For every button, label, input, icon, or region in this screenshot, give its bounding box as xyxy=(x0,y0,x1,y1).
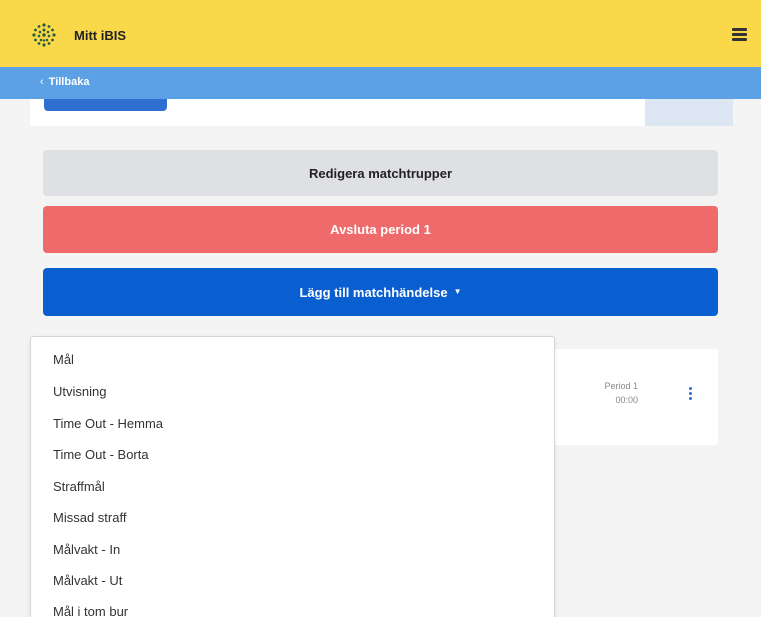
dropdown-item[interactable]: Målvakt - Ut xyxy=(53,573,122,589)
dropdown-item[interactable]: Time Out - Hemma xyxy=(53,416,163,432)
chevron-left-icon: ‹ xyxy=(40,76,44,88)
back-link-label: Tillbaka xyxy=(48,76,90,88)
dropdown-item[interactable]: Utvisning xyxy=(53,384,106,400)
ibis-logo-icon xyxy=(32,23,56,47)
add-match-event-label: Lägg till matchhändelse xyxy=(299,284,448,300)
edit-squads-label: Redigera matchtrupper xyxy=(308,165,453,181)
app-brand-name: Mitt iBIS xyxy=(74,28,126,43)
card-tab-button[interactable] xyxy=(44,99,167,111)
dropdown-item[interactable]: Mål i tom bur xyxy=(53,604,128,617)
back-link[interactable]: ‹ Tillbaka xyxy=(40,76,89,88)
dropdown-item[interactable]: Missad straff xyxy=(53,510,126,526)
end-period-button[interactable]: Avsluta period 1 xyxy=(43,206,718,253)
event-time: 00:00 xyxy=(615,395,638,405)
edit-squads-button[interactable]: Redigera matchtrupper xyxy=(43,150,718,196)
add-match-event-button[interactable]: Lägg till matchhändelse ▼ xyxy=(43,268,718,316)
dropdown-item[interactable]: Mål xyxy=(53,352,74,368)
card-side-panel xyxy=(645,99,733,126)
caret-down-icon: ▼ xyxy=(453,286,462,296)
dropdown-item[interactable]: Målvakt - In xyxy=(53,542,120,558)
more-options-icon[interactable] xyxy=(689,387,693,401)
app: Mitt iBIS ‹ Tillbaka Redigera matchtruppe… xyxy=(0,0,761,617)
dropdown-item[interactable]: Time Out - Borta xyxy=(53,447,149,463)
hamburger-menu-icon[interactable] xyxy=(732,28,747,41)
match-info-card xyxy=(30,99,733,126)
top-bar: Mitt iBIS xyxy=(0,0,761,67)
event-period: Period 1 xyxy=(604,381,638,391)
event-period-time: Period 1 00:00 xyxy=(578,379,638,407)
end-period-label: Avsluta period 1 xyxy=(330,222,431,237)
dropdown-item[interactable]: Straffmål xyxy=(53,479,105,495)
back-bar: ‹ Tillbaka xyxy=(0,67,761,99)
match-event-dropdown: Mål Utvisning Time Out - Hemma Time Out … xyxy=(30,336,555,617)
